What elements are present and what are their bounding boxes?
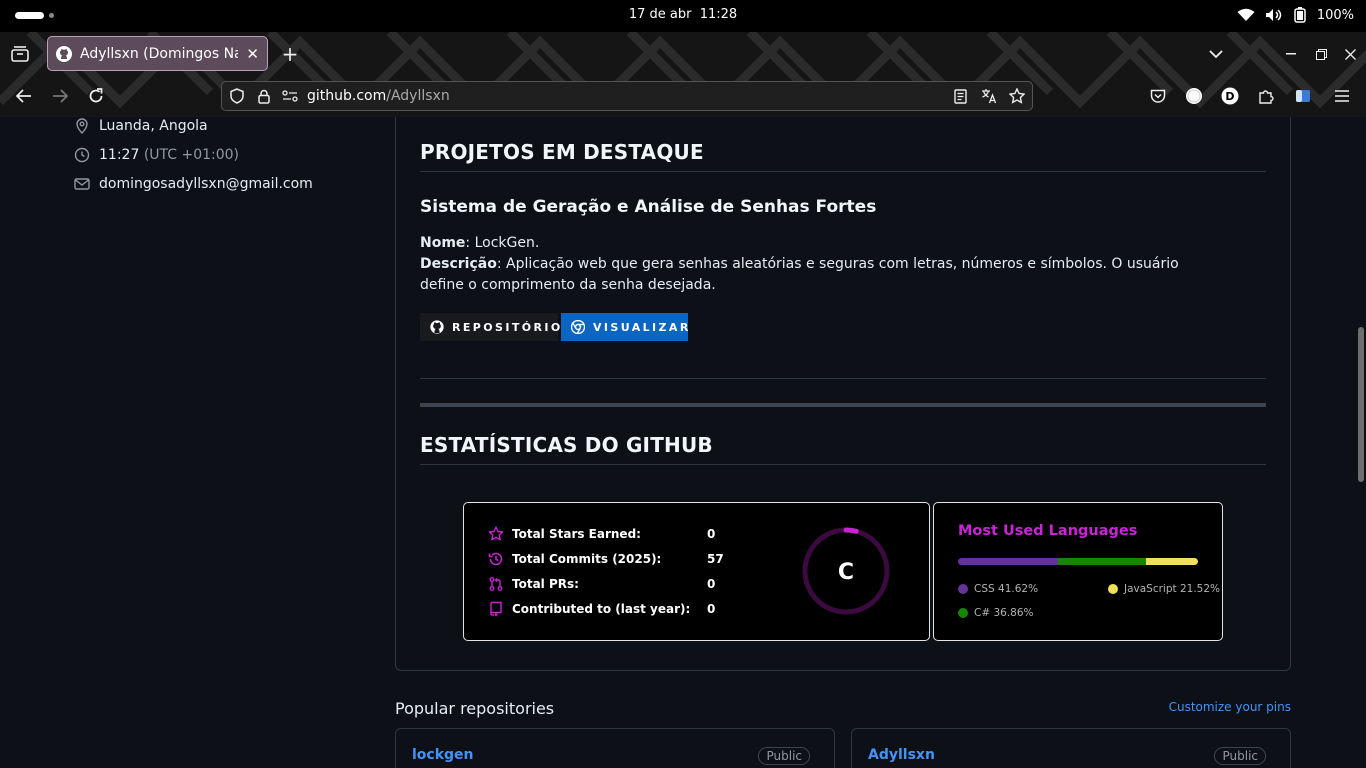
stat-row-prs: Total PRs: 0 [488,576,715,592]
stat-row-commits: Total Commits (2025): 57 [488,551,724,567]
github-logo-icon [430,320,444,334]
rank-circle: C [802,527,890,615]
language-bar-segment [1146,558,1198,565]
forward-arrow-icon[interactable] [48,86,72,106]
reader-view-icon[interactable] [954,88,967,104]
profile-email-link[interactable]: domingosadyllsxn@gmail.com [74,176,313,192]
github-favicon-icon [56,45,72,62]
permissions-icon[interactable] [282,90,298,102]
extension-circle-icon[interactable] [1184,87,1204,105]
clock-icon [74,147,90,163]
rank-grade: C [838,560,854,585]
lock-icon[interactable] [258,89,270,104]
minimize-window-icon[interactable] [1282,44,1300,64]
translate-icon[interactable] [981,88,997,104]
profile-location: Luanda, Angola [74,118,208,134]
tab-overview-icon[interactable] [8,42,32,66]
active-tab[interactable]: Adyllsxn (Domingos Nascimento) ✕ [47,36,268,71]
customize-pins-link[interactable]: Customize your pins [1169,700,1291,714]
languages-title: Most Used Languages [958,523,1138,539]
battery-icon[interactable] [1293,7,1307,23]
pinned-repo-card: Adyllsxn Public [851,728,1291,768]
tab-close-icon[interactable]: ✕ [246,45,259,63]
pull-request-icon [488,576,504,592]
language-bar-segment [958,558,1058,565]
reload-icon[interactable] [84,86,108,106]
project-description: Descrição: Aplicação web que gera senhas… [420,256,1179,293]
sidebar-extension-icon[interactable] [1293,87,1313,105]
bookmark-star-icon[interactable] [1009,88,1025,104]
language-bar-segment [1057,558,1147,565]
languages-card: Most Used Languages CSS 41.62% JavaScrip… [933,502,1223,641]
pinned-repo-card: lockgen Public [395,728,835,768]
star-icon [488,526,504,542]
list-tabs-chevron-down-icon[interactable] [1205,44,1227,64]
popular-repositories-heading: Popular repositories [395,699,555,718]
system-status-bar: 17 de abr 11:28 100% [0,0,1366,32]
location-pin-icon [74,118,90,134]
language-color-dot [1108,584,1118,594]
account-avatar-icon[interactable]: D [1220,87,1240,105]
restore-window-icon[interactable] [1312,44,1330,64]
repository-button[interactable]: REPOSITÓRIO [420,313,560,341]
browser-chrome: Adyllsxn (Domingos Nascimento) ✕ + githu… [0,32,1366,117]
section-rule [420,403,1266,407]
heading-divider [420,171,1266,172]
wifi-icon[interactable] [1237,8,1255,22]
visualize-button[interactable]: VISUALIZAR [561,313,688,341]
svg-text:D: D [1225,90,1234,103]
extensions-puzzle-icon[interactable] [1256,87,1276,105]
profile-local-time: 11:27 (UTC +01:00) [74,147,239,163]
close-window-icon[interactable] [1341,44,1359,64]
chrome-logo-icon [571,320,585,334]
shield-icon[interactable] [230,88,244,104]
github-stats-card: Total Stars Earned: 0 Total Commits (202… [463,502,930,641]
language-item-csharp: C# 36.86% [958,607,1034,619]
languages-progress-bar [958,558,1198,565]
visibility-badge: Public [1214,747,1266,765]
tab-title: Adyllsxn (Domingos Nascimento) [80,45,238,62]
app-menu-icon[interactable] [1332,87,1352,105]
new-tab-button[interactable]: + [279,42,301,66]
repo-name-link[interactable]: lockgen [412,747,474,763]
battery-percent: 100% [1316,7,1354,23]
address-bar[interactable]: github.com/Adyllsxn [221,81,1033,111]
volume-icon[interactable] [1265,8,1283,22]
section-divider [420,378,1266,379]
stat-row-contributed: Contributed to (last year): 0 [488,601,715,617]
projects-heading: PROJETOS EM DESTAQUE [420,140,704,164]
url-text[interactable]: github.com/Adyllsxn [307,88,450,104]
repo-name-link[interactable]: Adyllsxn [868,747,935,763]
visibility-badge: Public [758,747,810,765]
project-title: Sistema de Geração e Análise de Senhas F… [420,197,877,217]
mail-icon [74,177,90,191]
pocket-icon[interactable] [1148,87,1168,105]
system-clock[interactable]: 17 de abr 11:28 [0,7,1366,22]
page-scrollbar[interactable] [1358,327,1364,482]
github-profile-page: Luanda, Angola 11:27 (UTC +01:00) doming… [0,117,1366,768]
heading-divider [420,464,1266,465]
back-arrow-icon[interactable] [12,86,36,106]
language-item-javascript: JavaScript 21.52% [1108,583,1220,595]
language-color-dot [958,584,968,594]
language-item-css: CSS 41.62% [958,583,1038,595]
stats-heading: ESTATÍSTICAS DO GITHUB [420,433,713,457]
stat-row-stars: Total Stars Earned: 0 [488,526,715,542]
language-color-dot [958,608,968,618]
repo-icon [488,601,504,617]
project-name-line: Nome: LockGen. [420,235,540,251]
history-icon [488,551,504,567]
